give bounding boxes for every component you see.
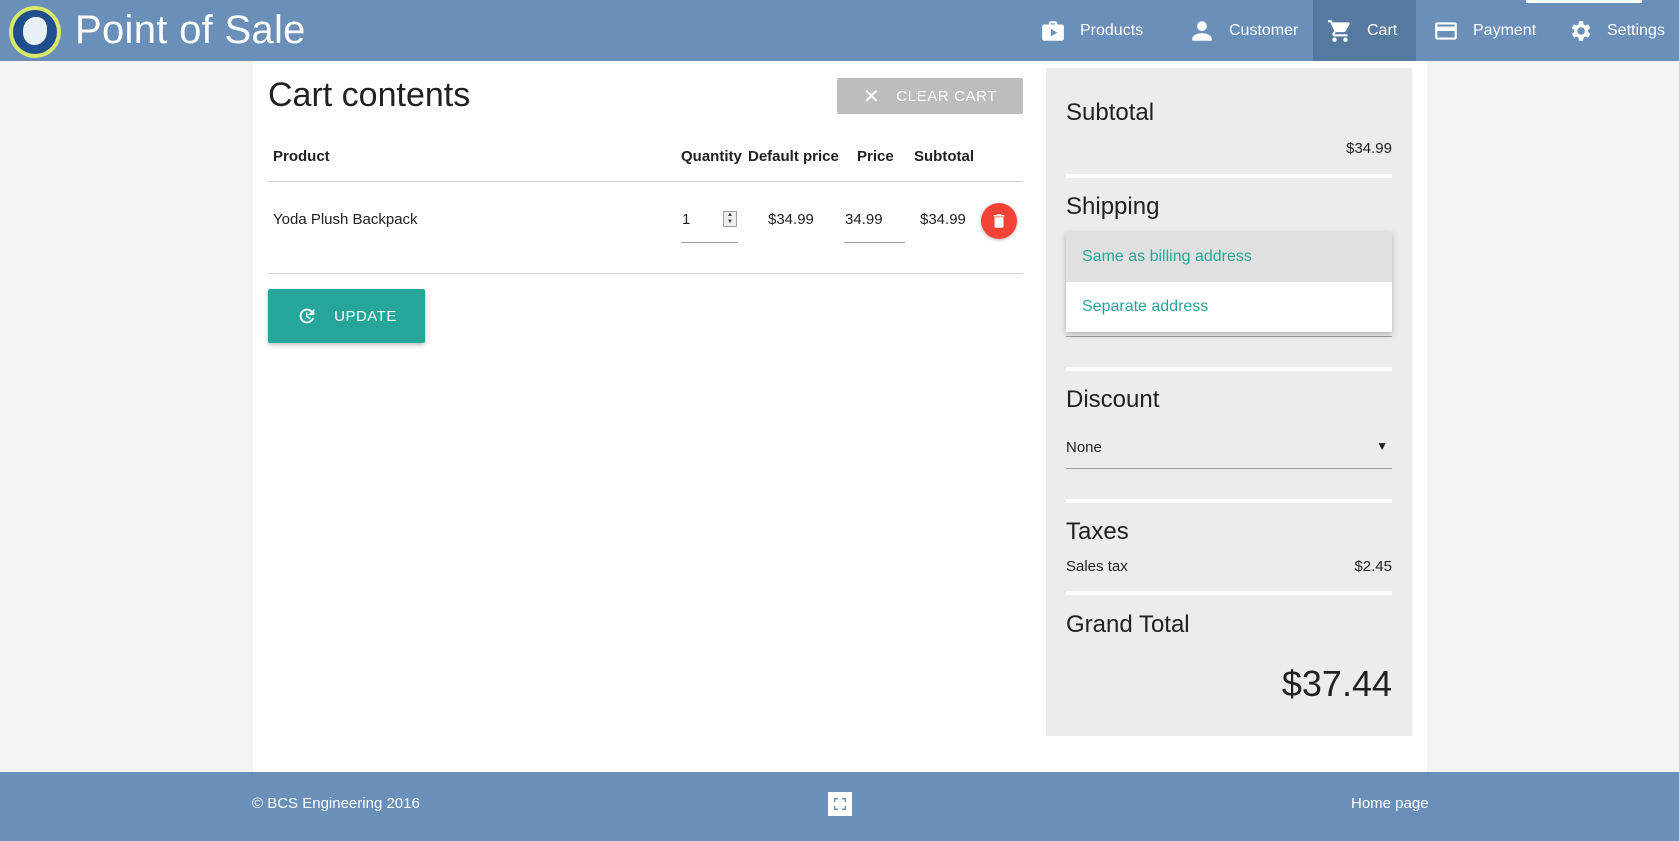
cart-item-default-price: $34.99 [768,211,814,228]
nav-cart[interactable]: Cart [1313,0,1416,61]
nav-customer[interactable]: Customer [1189,0,1298,61]
nav-products[interactable]: Products [1040,0,1143,61]
shipping-option-same[interactable]: Same as billing address [1066,232,1392,282]
discount-heading: Discount [1066,386,1160,413]
nav-settings-label: Settings [1607,21,1665,39]
nav-products-label: Products [1080,21,1144,39]
person-icon [1192,20,1212,41]
nav-payment-label: Payment [1473,21,1537,39]
clear-cart-label: CLEAR CART [896,87,998,105]
copyright-text: © BCS Engineering 2016 [252,795,420,812]
close-icon: ✕ [862,85,881,108]
subtotal-value: $34.99 [1346,140,1392,157]
trash-icon [993,214,1005,228]
section-divider [1066,499,1392,503]
globe-logo-icon[interactable] [9,6,61,58]
cart-item-product: Yoda Plush Backpack [273,211,418,228]
table-bottom-divider [268,273,1023,274]
gear-icon [1571,20,1591,41]
briefcase-icon [1042,20,1064,41]
table-header-divider [268,181,1023,182]
cart-item-subtotal: $34.99 [920,211,966,228]
nav-payment[interactable]: Payment [1433,0,1536,61]
nav-cart-label: Cart [1367,21,1398,39]
column-header-price: Price [857,148,894,165]
discount-select-underline [1066,468,1392,469]
fullscreen-icon [834,798,846,810]
column-header-product: Product [273,148,330,165]
discount-select[interactable]: None ▼ [1066,436,1392,468]
stepper-arrows-icon[interactable]: ▲ ▼ [723,211,737,227]
sales-tax-value: $2.45 [1354,558,1392,575]
grand-total-value: $37.44 [1281,663,1392,704]
shipping-option-separate[interactable]: Separate address [1066,282,1392,332]
cart-icon [1328,19,1350,42]
column-header-quantity: Quantity [681,148,742,165]
clear-cart-button[interactable]: ✕ CLEAR CART [837,78,1023,114]
section-divider [1066,367,1392,371]
nav-active-indicator [1526,0,1642,3]
delete-item-button[interactable] [981,203,1017,239]
shipping-select[interactable] [1066,336,1392,337]
shipping-heading: Shipping [1066,193,1160,220]
section-divider [1066,174,1392,178]
grand-total-heading: Grand Total [1066,611,1190,638]
update-button[interactable]: UPDATE [268,289,425,343]
taxes-heading: Taxes [1066,518,1129,545]
page-title: Cart contents [268,76,471,114]
caret-down-icon: ▼ [1376,439,1388,453]
home-page-link[interactable]: Home page [1351,795,1429,812]
column-header-subtotal: Subtotal [914,148,974,165]
quantity-value[interactable]: 1 [682,211,690,228]
nav-customer-label: Customer [1229,21,1299,39]
sales-tax-label: Sales tax [1066,558,1128,575]
nav-settings[interactable]: Settings [1567,0,1665,61]
quantity-stepper[interactable]: 1 ▲ ▼ [681,207,738,243]
fullscreen-button[interactable] [828,792,852,816]
shipping-dropdown: Same as billing address Separate address [1066,232,1392,332]
section-divider [1066,591,1392,595]
price-value[interactable]: 34.99 [845,211,883,228]
column-header-default-price: Default price [748,148,839,165]
app-title: Point of Sale [75,8,306,52]
price-input[interactable]: 34.99 [844,207,905,243]
refresh-icon [299,308,315,324]
update-label: UPDATE [334,307,397,325]
credit-card-icon [1435,21,1457,40]
subtotal-heading: Subtotal [1066,99,1155,126]
discount-value: None [1066,439,1102,456]
